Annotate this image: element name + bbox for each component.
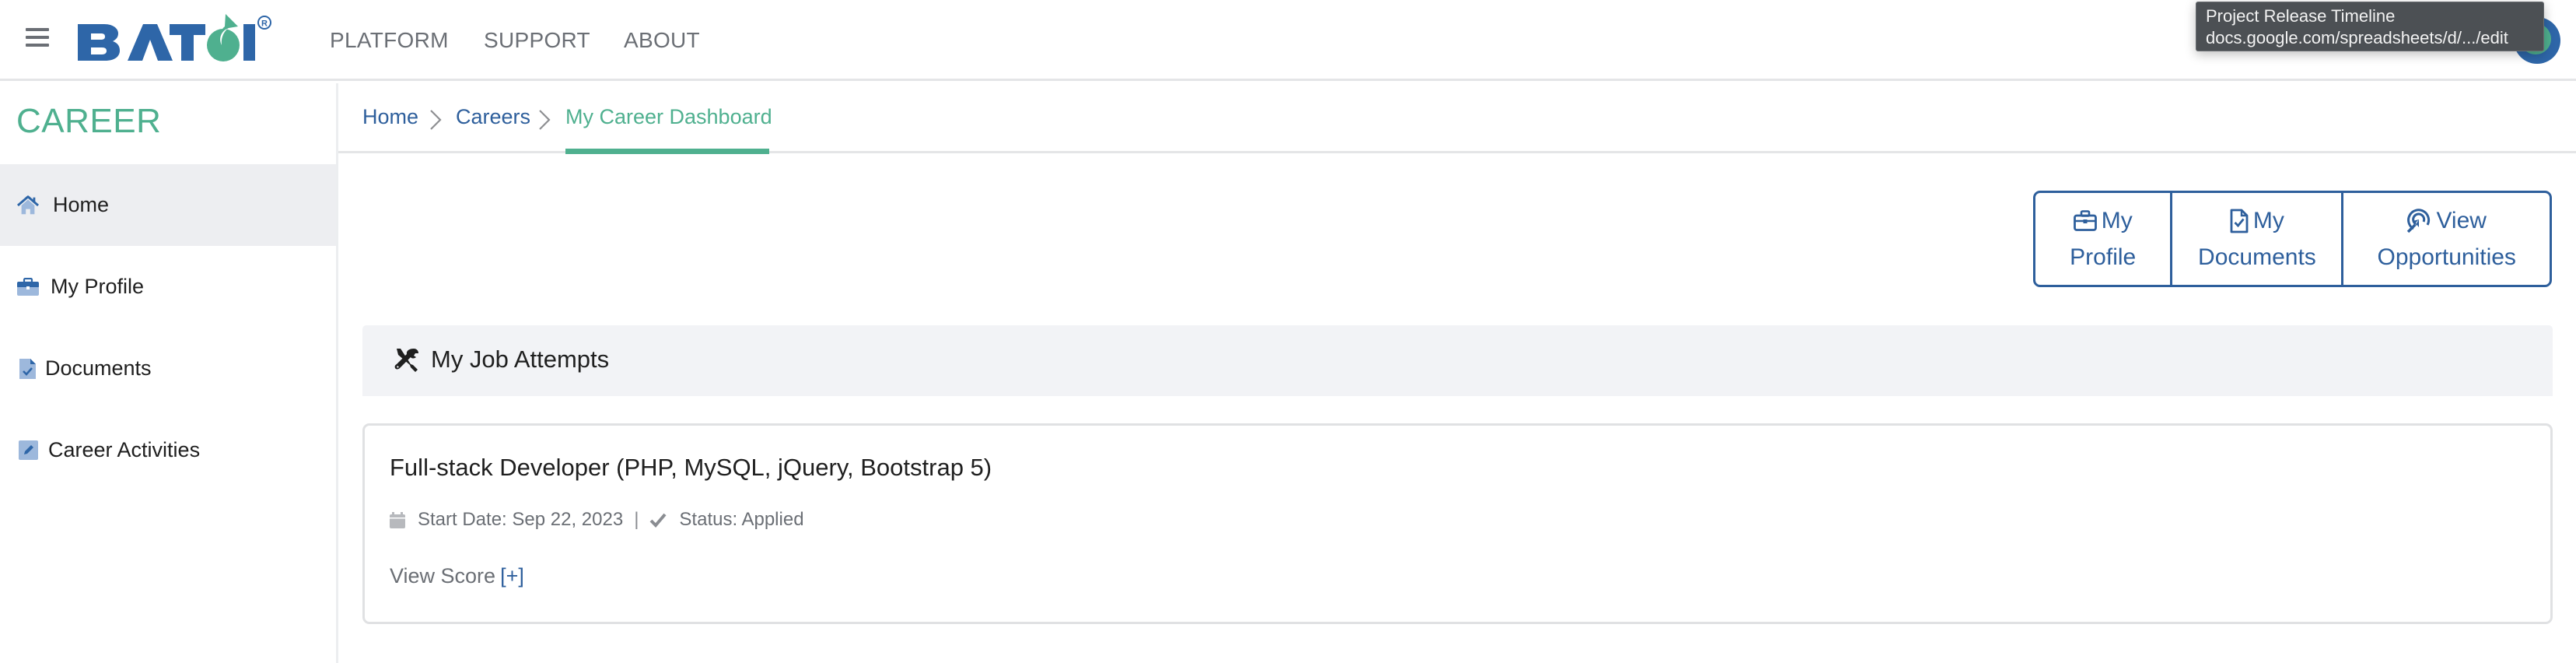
- breadcrumb: Home Careers My Career Dashboard: [338, 83, 2576, 154]
- chevron-right-icon: [430, 110, 442, 130]
- briefcase-icon: [17, 276, 39, 298]
- job-title[interactable]: Full-stack Developer (PHP, MySQL, jQuery…: [390, 454, 992, 482]
- breadcrumb-home[interactable]: Home: [362, 105, 418, 129]
- svg-text:R: R: [261, 19, 268, 29]
- view-opportunities-button[interactable]: View Opportunities: [2341, 193, 2550, 285]
- sidebar-item-label: Documents: [45, 356, 152, 380]
- sidebar-item-my-profile[interactable]: My Profile: [0, 246, 336, 328]
- my-documents-button[interactable]: My Documents: [2170, 193, 2341, 285]
- screwdriver-wrench-icon: [394, 347, 420, 374]
- view-score: View Score [+]: [390, 564, 524, 588]
- tooltip-title: Project Release Timeline: [2206, 6, 2396, 26]
- button-label-line1: My: [2101, 208, 2133, 233]
- view-score-label: View Score: [390, 564, 496, 588]
- sidebar-item-label: Home: [53, 193, 110, 216]
- view-score-expand-button[interactable]: [+]: [500, 564, 524, 588]
- sidebar-title: CAREER: [16, 102, 162, 140]
- button-label-line1: My: [2252, 208, 2284, 233]
- link-tooltip: Project Release Timeline docs.google.com…: [2196, 2, 2544, 51]
- my-profile-button[interactable]: My Profile: [2035, 193, 2170, 285]
- top-header: R PLATFORM SUPPORT ABOUT Project Release…: [0, 0, 2576, 81]
- meta-separator: |: [634, 509, 639, 530]
- sidebar-item-home[interactable]: Home: [0, 164, 336, 246]
- button-label-line2: Documents: [2198, 244, 2316, 270]
- button-label-line2: Profile: [2070, 244, 2137, 270]
- breadcrumb-current: My Career Dashboard: [565, 105, 772, 128]
- button-label-line1: View: [2436, 208, 2487, 233]
- home-icon: [17, 195, 39, 216]
- section-title: My Job Attempts: [431, 346, 610, 373]
- job-attempt-card: Full-stack Developer (PHP, MySQL, jQuery…: [362, 423, 2553, 624]
- chevron-right-icon: [539, 110, 551, 130]
- active-tab-indicator: [565, 149, 769, 154]
- job-status: Status: Applied: [679, 509, 804, 530]
- nav-about[interactable]: ABOUT: [624, 28, 700, 53]
- sidebar-item-documents[interactable]: Documents: [0, 328, 336, 409]
- nav-support[interactable]: SUPPORT: [484, 28, 590, 53]
- calendar-icon: [390, 512, 405, 528]
- target-arrow-icon: [2406, 208, 2431, 233]
- breadcrumb-careers[interactable]: Careers: [456, 105, 530, 129]
- file-check-icon: [2230, 209, 2249, 233]
- hamburger-menu-icon[interactable]: [26, 28, 49, 47]
- sidebar-item-label: My Profile: [51, 275, 145, 298]
- tooltip-url: docs.google.com/spreadsheets/d/.../edit: [2206, 28, 2508, 47]
- job-meta: Start Date: Sep 22, 2023 | Status: Appli…: [390, 508, 804, 531]
- start-date: Start Date: Sep 22, 2023: [418, 509, 624, 530]
- briefcase-icon: [2073, 210, 2097, 231]
- job-attempts-header: My Job Attempts: [362, 325, 2553, 396]
- pencil-square-icon: [17, 440, 39, 461]
- nav-platform[interactable]: PLATFORM: [330, 28, 449, 53]
- document-check-icon: [17, 358, 39, 380]
- batoi-logo[interactable]: R: [65, 12, 283, 64]
- sidebar-item-career-activities[interactable]: Career Activities: [0, 409, 336, 491]
- checkmark-icon: [650, 513, 667, 528]
- quick-actions-button-group: My Profile My Documents View Opportuniti…: [2033, 191, 2552, 287]
- sidebar: CAREER Home My Profile Documents Career …: [0, 83, 338, 663]
- button-label-line2: Opportunities: [2377, 244, 2516, 270]
- sidebar-item-label: Career Activities: [48, 438, 201, 461]
